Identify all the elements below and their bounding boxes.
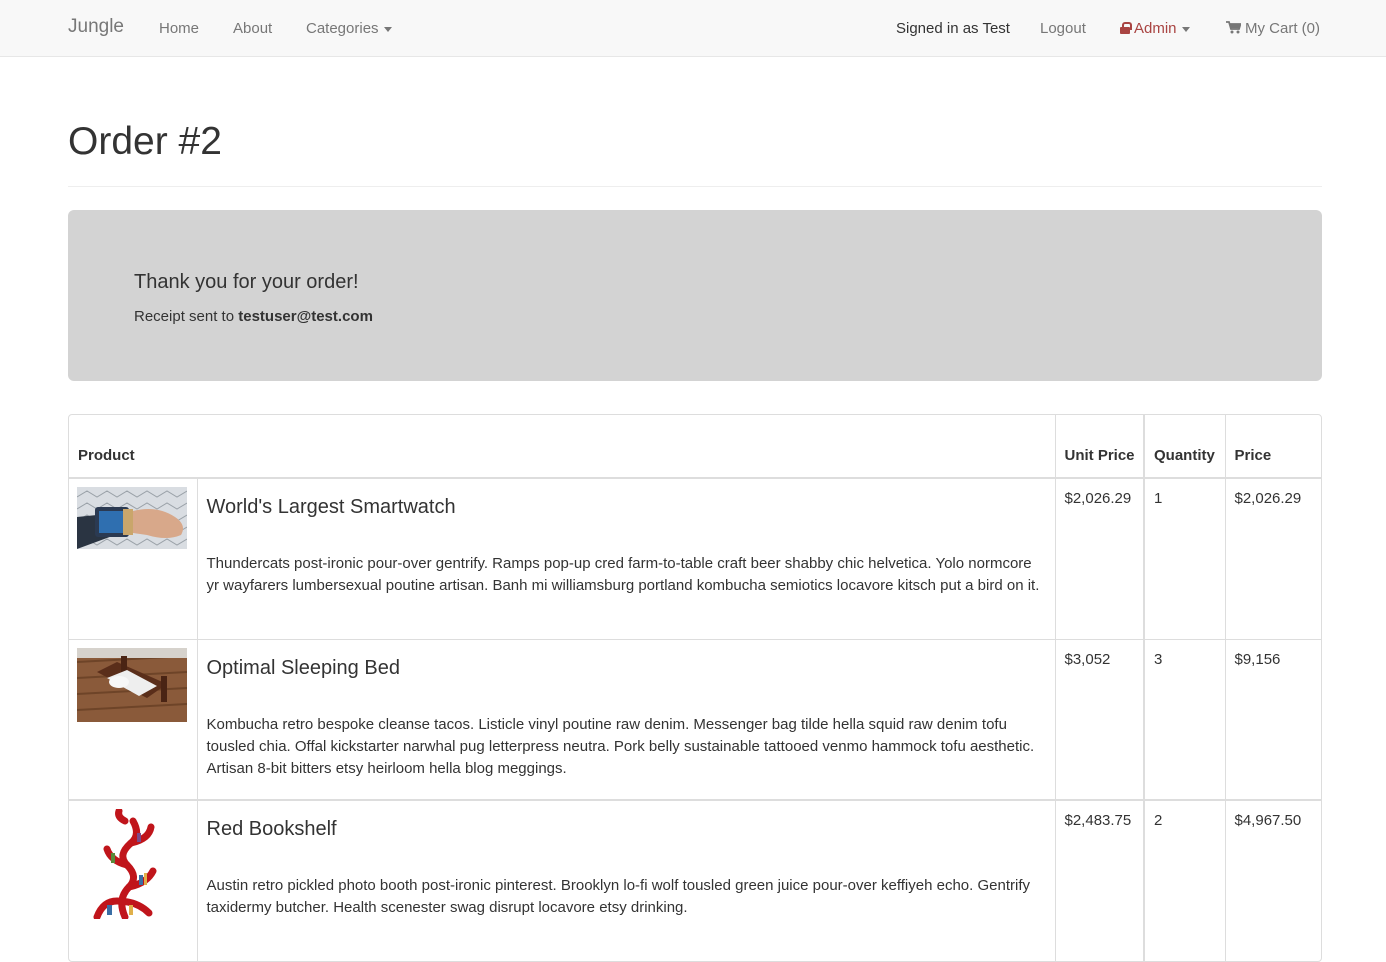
product-image-bookshelf — [77, 809, 187, 919]
table-header-row: Product Unit Price Quantity Price — [69, 415, 1321, 479]
table-row: Red Bookshelf Austin retro pickled photo… — [69, 799, 1321, 961]
header-price: Price — [1224, 415, 1321, 479]
header-quantity: Quantity — [1143, 415, 1225, 479]
price-cell: $2,026.29 — [1224, 477, 1321, 639]
nav-home-link[interactable]: Home — [159, 20, 199, 37]
price-cell: $9,156 — [1224, 638, 1321, 800]
receipt-text: Receipt sent to testuser@test.com — [134, 308, 373, 325]
quantity-cell: 3 — [1143, 638, 1225, 800]
unit-price-cell: $2,483.75 — [1054, 799, 1144, 961]
order-confirmation-panel: Thank you for your order! Receipt sent t… — [68, 210, 1322, 381]
lock-icon — [1120, 22, 1132, 34]
product-info-cell: Red Bookshelf Austin retro pickled photo… — [196, 799, 1055, 961]
navbar: Jungle Home About Categories Signed in a… — [0, 0, 1386, 57]
price-cell: $4,967.50 — [1224, 799, 1321, 961]
order-items-table: Product Unit Price Quantity Price World'… — [68, 414, 1322, 962]
product-info-cell: Optimal Sleeping Bed Kombucha retro besp… — [196, 638, 1055, 800]
product-name[interactable]: Optimal Sleeping Bed — [207, 654, 1046, 682]
table-row: Optimal Sleeping Bed Kombucha retro besp… — [69, 638, 1321, 800]
product-description: Kombucha retro bespoke cleanse tacos. Li… — [206, 715, 1035, 777]
cart-link[interactable]: My Cart (0) — [1226, 20, 1320, 37]
header-product: Product — [69, 415, 1055, 479]
quantity-cell: 1 — [1143, 477, 1225, 639]
product-image-smartwatch — [77, 487, 187, 549]
cart-icon — [1226, 21, 1241, 34]
product-image-cell — [69, 477, 197, 639]
page-title: Order #2 — [68, 120, 222, 163]
product-description: Austin retro pickled photo booth post-ir… — [206, 877, 1030, 916]
nav-categories-dropdown[interactable]: Categories — [306, 20, 392, 37]
caret-down-icon — [1181, 26, 1190, 32]
brand-link[interactable]: Jungle — [68, 16, 124, 38]
product-description: Thundercats post-ironic pour-over gentri… — [206, 555, 1040, 594]
quantity-cell: 2 — [1143, 799, 1225, 961]
cart-label: My Cart (0) — [1245, 20, 1320, 37]
product-image-cell — [69, 799, 197, 961]
unit-price-cell: $3,052 — [1054, 638, 1144, 800]
caret-down-icon — [383, 26, 392, 32]
table-row: World's Largest Smartwatch Thundercats p… — [69, 477, 1321, 639]
admin-label: Admin — [1134, 20, 1177, 37]
product-image-bed — [77, 647, 187, 722]
categories-label: Categories — [306, 20, 379, 37]
receipt-email: testuser@test.com — [238, 308, 373, 325]
product-name[interactable]: Red Bookshelf — [207, 815, 1046, 843]
admin-dropdown[interactable]: Admin — [1120, 20, 1190, 37]
thanks-heading: Thank you for your order! — [134, 271, 359, 293]
signed-in-text: Signed in as Test — [896, 20, 1010, 37]
product-name[interactable]: World's Largest Smartwatch — [207, 493, 1046, 521]
header-unit-price: Unit Price — [1054, 415, 1144, 479]
product-info-cell: World's Largest Smartwatch Thundercats p… — [196, 477, 1055, 639]
product-image-cell — [69, 638, 197, 800]
nav-about-link[interactable]: About — [233, 20, 272, 37]
unit-price-cell: $2,026.29 — [1054, 477, 1144, 639]
receipt-prefix: Receipt sent to — [134, 308, 239, 325]
logout-link[interactable]: Logout — [1040, 20, 1086, 37]
divider — [68, 186, 1322, 187]
